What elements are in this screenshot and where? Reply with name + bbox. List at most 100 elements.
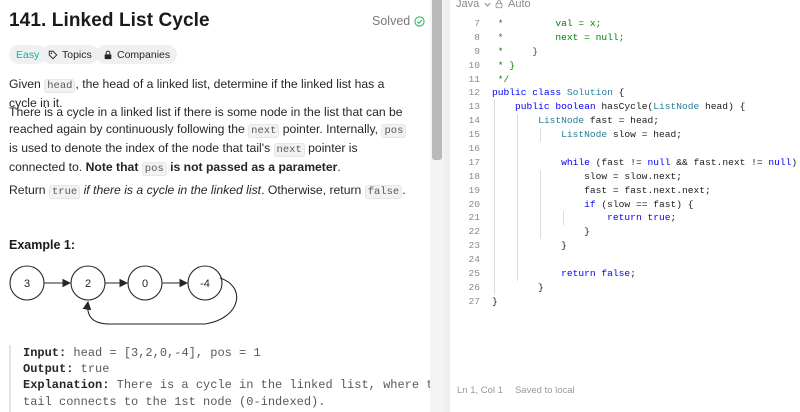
code-text: fast = fast.next.next; [492, 184, 711, 196]
code-text: */ [492, 73, 510, 85]
topics-tag-label: Topics [62, 48, 92, 61]
line-number: 11 [468, 73, 480, 85]
indent-guide [517, 253, 519, 268]
cursor-position: Ln 1, Col 1 [457, 385, 503, 396]
node-1-label: 2 [85, 278, 91, 290]
topics-tag[interactable]: Topics [41, 45, 99, 64]
indent-guide [517, 142, 519, 156]
code-text: ListNode fast = head; [538, 115, 659, 127]
code-line[interactable]: 20 if (slow == fast) { [450, 197, 800, 212]
code-line[interactable]: 13 public boolean hasCycle(ListNode head… [450, 100, 800, 115]
code-line[interactable]: 16 [450, 142, 800, 156]
inline-code: pos [381, 124, 407, 138]
code-text: ListNode slow = head; [561, 129, 682, 141]
code-text: * val = x; [492, 18, 602, 29]
code-line[interactable]: 9 * } [450, 45, 800, 59]
code-text: } [492, 226, 590, 238]
code-line[interactable]: 10 * } [450, 59, 800, 73]
code-line[interactable]: 21 return true; [450, 211, 800, 226]
language-selector[interactable]: Java [456, 0, 492, 10]
example-title: Example 1: [9, 238, 76, 252]
node-2-label: 0 [142, 278, 148, 290]
line-number: 21 [468, 212, 480, 224]
companies-tag[interactable]: Companies [96, 45, 178, 64]
description-scrollbar-thumb[interactable] [432, 0, 442, 160]
inline-code: next [248, 124, 280, 138]
code-line[interactable]: 15 ListNode slow = head; [450, 128, 800, 143]
node-0-label: 3 [24, 278, 30, 290]
line-number: 25 [468, 268, 480, 280]
line-number: 24 [468, 254, 480, 266]
code-text: public class Solution { [492, 87, 625, 99]
code-line[interactable]: 22 } [450, 225, 800, 240]
code-text: * } [492, 59, 516, 71]
line-number: 23 [468, 240, 480, 252]
tag-icon [48, 50, 58, 59]
problem-title: 141. Linked List Cycle [9, 10, 210, 31]
code-line[interactable]: 12 public class Solution { [450, 86, 800, 100]
line-number: 14 [468, 115, 480, 127]
linked-list-diagram: 3 2 0 -4 [9, 265, 238, 325]
indent-guide [494, 142, 495, 156]
node-0: 3 [9, 265, 45, 301]
description-paragraph-3: Return true if there is a cycle in the l… [9, 183, 406, 199]
inline-code: next [273, 143, 305, 157]
code-line[interactable]: 19 fast = fast.next.next; [450, 183, 800, 198]
line-number: 16 [468, 143, 480, 155]
code-line[interactable]: 17 while (fast != null && fast.next != n… [450, 155, 800, 170]
description-paragraph-2: There is a cycle in a linked list if the… [9, 104, 414, 178]
solved-status: Solved [372, 14, 425, 28]
indent-guide [494, 253, 495, 268]
code-text: public boolean hasCycle(ListNode head) { [515, 101, 746, 113]
code-line[interactable]: 7 * val = x; [450, 17, 800, 31]
editor-toolbar: Java Auto [450, 0, 800, 14]
code-text: } [492, 240, 567, 252]
language-label: Java [456, 0, 480, 10]
inline-code: head [44, 79, 76, 93]
solved-label: Solved [372, 14, 411, 28]
code-line[interactable]: 25 return false; [450, 267, 800, 281]
node-3-label: -4 [200, 278, 210, 290]
code-text: return false; [561, 268, 636, 280]
code-editor[interactable]: Java Auto 7 * val = x; 8 * next = null; 9 … [450, 0, 800, 412]
line-number: 7 [474, 18, 480, 29]
line-number: 20 [468, 198, 480, 210]
code-lines[interactable]: 7 * val = x; 8 * next = null; 9 * } 10 * } 1… [450, 17, 800, 309]
code-line[interactable]: 18 slow = slow.next; [450, 169, 800, 184]
code-text: * } [492, 45, 539, 57]
line-number: 9 [474, 45, 480, 57]
code-line[interactable]: 8 * next = null; [450, 31, 800, 45]
line-number: 22 [468, 226, 480, 238]
line-number: 13 [468, 101, 480, 113]
problem-description-panel: 141. Linked List Cycle Solved Easy Topic… [0, 0, 430, 412]
line-number: 17 [468, 156, 480, 168]
chevron-down-icon [484, 2, 491, 7]
code-text: * next = null; [492, 31, 625, 43]
lock-icon [104, 50, 112, 59]
code-text: } [492, 281, 544, 293]
line-number: 19 [468, 184, 480, 196]
code-text: return true; [607, 212, 677, 224]
code-line[interactable]: 27} [450, 295, 800, 309]
code-line[interactable]: 26 } [450, 280, 800, 295]
inline-code: true [48, 185, 81, 199]
line-number: 8 [474, 31, 480, 43]
node-2: 0 [127, 265, 163, 301]
code-line[interactable]: 23 } [450, 239, 800, 254]
code-text: slow = slow.next; [492, 170, 682, 182]
code-line[interactable]: 14 ListNode fast = head; [450, 114, 800, 129]
code-line[interactable]: 24 [450, 253, 800, 268]
inline-code: pos [141, 162, 167, 176]
auto-mode-toggle[interactable]: Auto [494, 0, 531, 10]
line-number: 27 [468, 295, 480, 307]
code-line[interactable]: 11 */ [450, 73, 800, 87]
editor-status-bar: Ln 1, Col 1 Saved to local [457, 385, 575, 396]
line-number: 10 [468, 59, 480, 71]
line-number: 26 [468, 281, 480, 293]
auto-mode-label: Auto [508, 0, 531, 10]
companies-tag-label: Companies [117, 48, 171, 61]
line-number: 15 [468, 129, 480, 141]
code-text: if (slow == fast) { [584, 198, 694, 210]
node-3: -4 [187, 265, 223, 301]
save-status: Saved to local [514, 385, 575, 396]
